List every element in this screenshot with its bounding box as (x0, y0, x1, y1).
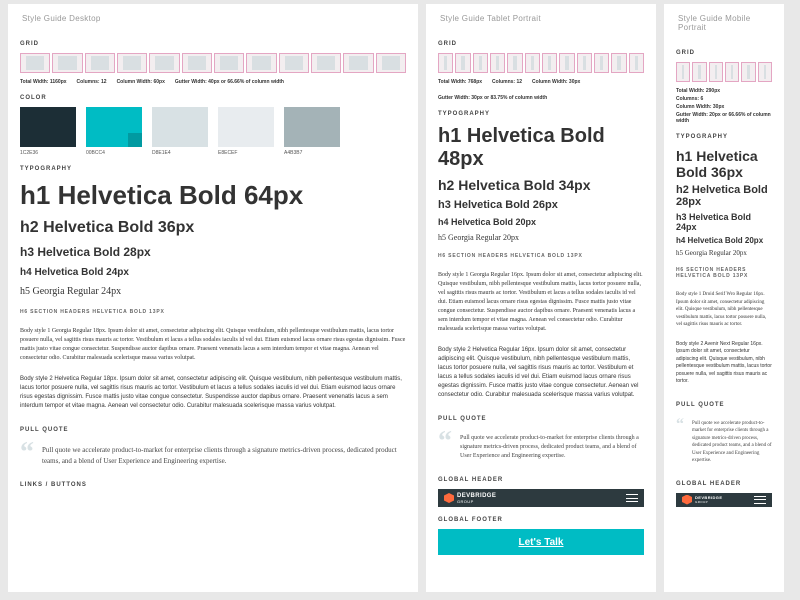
footer-cta-text: Let's Talk (519, 537, 564, 548)
heading-h3: h3 Helvetica Bold 24px (676, 212, 772, 232)
section-typography: TYPOGRAPHY (438, 111, 644, 117)
pull-quote-text: Pull quote we accelerate product-to-mark… (692, 420, 772, 465)
quote-mark-icon: “ (438, 434, 452, 451)
pull-quote: “ Pull quote we accelerate product-to-ma… (676, 420, 772, 465)
swatch-navy: 1C2E36 (20, 107, 76, 156)
pull-quote: “ Pull quote we accelerate product-to-ma… (20, 445, 406, 466)
pull-quote-text: Pull quote we accelerate product-to-mark… (42, 445, 406, 466)
section-global-footer: GLOBAL FOOTER (438, 517, 644, 523)
grid-meta: Total Width: 768px Columns: 12 Column Wi… (438, 79, 644, 101)
board-title-desktop: Style Guide Desktop (22, 14, 406, 23)
heading-h3: h3 Helvetica Bold 26px (438, 199, 644, 211)
swatch-row: 1C2E36 00BCC4 D8E1E4 E8ECEF A4B3B7 (20, 107, 406, 156)
brand-logo[interactable]: DEVBRIDGE GROUP (444, 493, 496, 504)
heading-h5: h5 Georgia Regular 24px (20, 286, 406, 297)
section-grid: GRID (438, 41, 644, 47)
swatch-pale: D8E1E4 (152, 107, 208, 156)
heading-h1: h1 Helvetica Bold 48px (438, 125, 644, 171)
section-global-header: GLOBAL HEADER (676, 481, 772, 487)
pull-quote-text: Pull quote we accelerate product-to-mark… (460, 434, 644, 461)
hamburger-menu-icon[interactable] (626, 494, 638, 502)
section-color: COLOR (20, 95, 406, 101)
brand-logo[interactable]: DEVBRIDGE GROUP (682, 495, 722, 505)
swatch-grey: A4B3B7 (284, 107, 340, 156)
heading-h4: h4 Helvetica Bold 20px (676, 236, 772, 245)
quote-mark-icon: “ (676, 420, 684, 430)
grid-gutter: Gutter Width: 40px or 66.66% of column w… (175, 79, 284, 85)
quote-mark-icon: “ (20, 445, 34, 462)
section-pullquote: PULL QUOTE (438, 416, 644, 422)
board-mobile: Style Guide Mobile Portrait GRID Total W… (664, 4, 784, 592)
heading-h4: h4 Helvetica Bold 24px (20, 267, 406, 278)
board-title-mobile: Style Guide Mobile Portrait (678, 14, 772, 32)
board-tablet: Style Guide Tablet Portrait GRID Total W… (426, 4, 656, 592)
heading-h2: h2 Helvetica Bold 36px (20, 219, 406, 237)
body-style-2: Body style 2 Avenir Next Regular 16px. I… (676, 341, 772, 386)
heading-h2: h2 Helvetica Bold 28px (676, 184, 772, 208)
grid-total-width: Total Width: 1160px (20, 79, 67, 85)
grid-columns (676, 62, 772, 82)
grid-col-width: Column Width: 60px (117, 79, 165, 85)
section-pullquote: PULL QUOTE (20, 427, 406, 433)
section-typography: TYPOGRAPHY (20, 166, 406, 172)
heading-h2: h2 Helvetica Bold 34px (438, 177, 644, 193)
swatch-ice: E8ECEF (218, 107, 274, 156)
body-style-2: Body style 2 Helvetica Regular 16px. Ips… (438, 346, 644, 400)
body-style-1: Body style 1 Georgia Regular 18px. Ipsum… (20, 327, 406, 363)
heading-h5: h5 Georgia Regular 20px (438, 233, 644, 242)
grid-meta: Total Width: 1160px Columns: 12 Column W… (20, 79, 406, 85)
swatch-teal: 00BCC4 (86, 107, 142, 156)
canvas: Style Guide Desktop GRID Total Width: 11… (0, 0, 800, 600)
hamburger-menu-icon[interactable] (754, 496, 766, 504)
heading-h6: H6 SECTION HEADERS HELVETICA BOLD 13PX (676, 267, 772, 279)
grid-columns (438, 53, 644, 73)
heading-h3: h3 Helvetica Bold 28px (20, 245, 406, 259)
body-style-2: Body style 2 Helvetica Regular 18px. Ips… (20, 375, 406, 411)
section-links: LINKS / BUTTONS (20, 482, 406, 488)
logo-mark-icon (682, 495, 692, 505)
board-desktop: Style Guide Desktop GRID Total Width: 11… (8, 4, 418, 592)
logo-mark-icon (444, 493, 454, 503)
global-header: DEVBRIDGE GROUP (676, 493, 772, 507)
section-grid: GRID (20, 41, 406, 47)
section-grid: GRID (676, 50, 772, 56)
section-pullquote: PULL QUOTE (676, 402, 772, 408)
body-style-1: Body style 1 Georgia Regular 16px. Ipsum… (438, 271, 644, 334)
heading-h6: H6 SECTION HEADERS HELVETICA BOLD 13PX (438, 253, 644, 259)
section-global-header: GLOBAL HEADER (438, 477, 644, 483)
section-typography: TYPOGRAPHY (676, 134, 772, 140)
grid-meta: Total Width: 290px Columns: 6 Column Wid… (676, 88, 772, 124)
heading-h1: h1 Helvetica Bold 36px (676, 148, 772, 180)
body-style-1: Body style 1 Droid Serif Wro Regular 16p… (676, 291, 772, 329)
pull-quote: “ Pull quote we accelerate product-to-ma… (438, 434, 644, 461)
heading-h6: H6 SECTION HEADERS HELVETICA BOLD 13PX (20, 309, 406, 315)
heading-h4: h4 Helvetica Bold 20px (438, 217, 644, 227)
grid-columns-val: Columns: 12 (77, 79, 107, 85)
heading-h5: h5 Georgia Regular 20px (676, 249, 772, 257)
heading-h1: h1 Helvetica Bold 64px (20, 180, 406, 211)
grid-columns (20, 53, 406, 73)
global-header: DEVBRIDGE GROUP (438, 489, 644, 507)
global-footer-cta[interactable]: Let's Talk (438, 529, 644, 555)
board-title-tablet: Style Guide Tablet Portrait (440, 14, 644, 23)
